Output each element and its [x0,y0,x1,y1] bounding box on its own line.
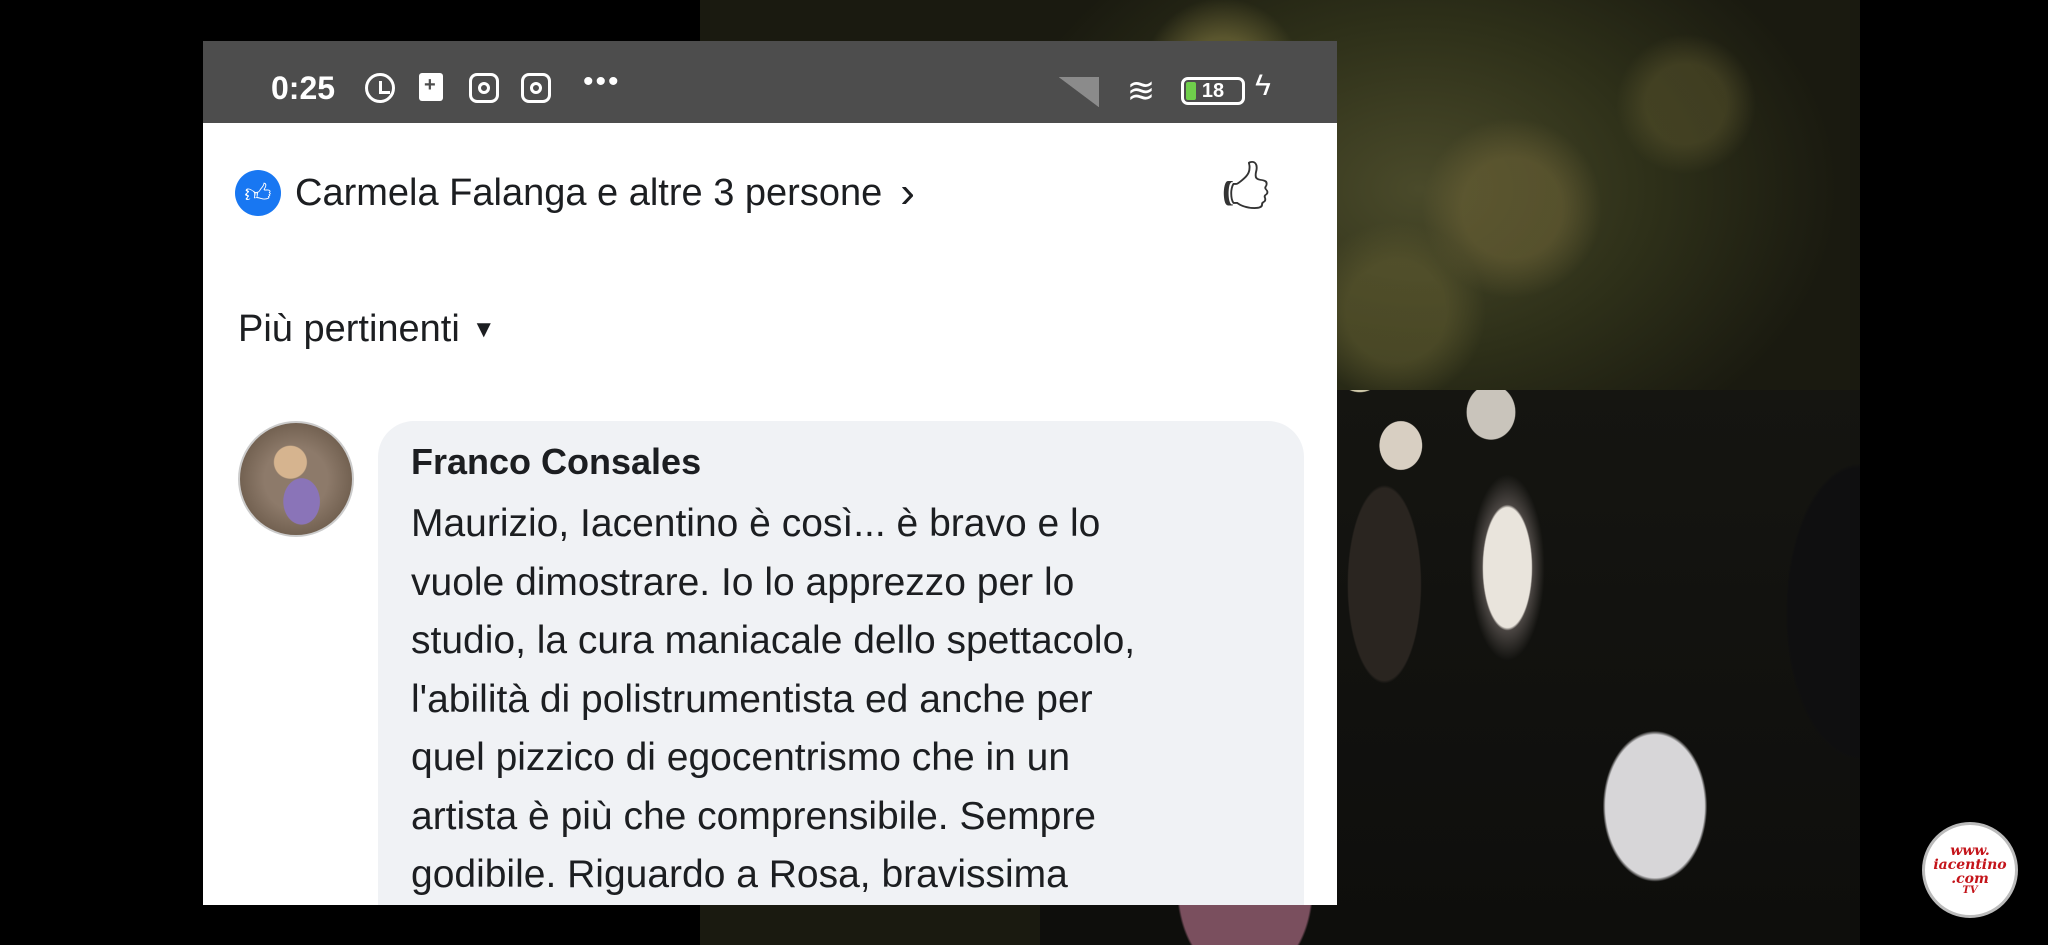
instagram-icon [469,73,499,103]
instagram-icon [521,73,551,103]
wifi-icon: ≋ [1126,72,1156,110]
avatar[interactable] [238,421,354,537]
phone-screenshot: 0:25 ••• ≋ 18 ϟ 👍︎ Carmela Falanga e alt… [203,41,1337,905]
comment-text: Maurizio, Iacentino è così... è bravo e … [411,502,1136,896]
status-bar: 0:25 ••• ≋ 18 ϟ [203,41,1337,123]
like-icon[interactable]: 🖒 [1216,161,1276,221]
comment-author[interactable]: Franco Consales [411,441,701,483]
battery-saver-icon [419,73,443,101]
sort-label: Più pertinenti [238,308,460,350]
more-icon: ••• [583,65,621,98]
reactions-text: Carmela Falanga e altre 3 persone [295,171,883,214]
status-time: 0:25 [271,70,336,106]
battery-icon: 18 [1181,77,1245,105]
like-badge-icon: 👍︎ [235,170,281,216]
signal-icon [1059,77,1099,107]
comment-sort-dropdown[interactable]: Più pertinenti ▼ [238,308,496,351]
chevron-down-icon: ▼ [471,315,496,343]
alarm-icon [365,73,395,103]
chevron-right-icon: › [900,168,915,217]
channel-logo-watermark: www. iacentino .com TV [1922,822,2018,918]
charging-icon: ϟ [1255,69,1271,102]
comment-bubble: Franco Consales Maurizio, Iacentino è co… [378,421,1304,905]
reactions-summary[interactable]: 👍︎ Carmela Falanga e altre 3 persone › [235,163,915,223]
